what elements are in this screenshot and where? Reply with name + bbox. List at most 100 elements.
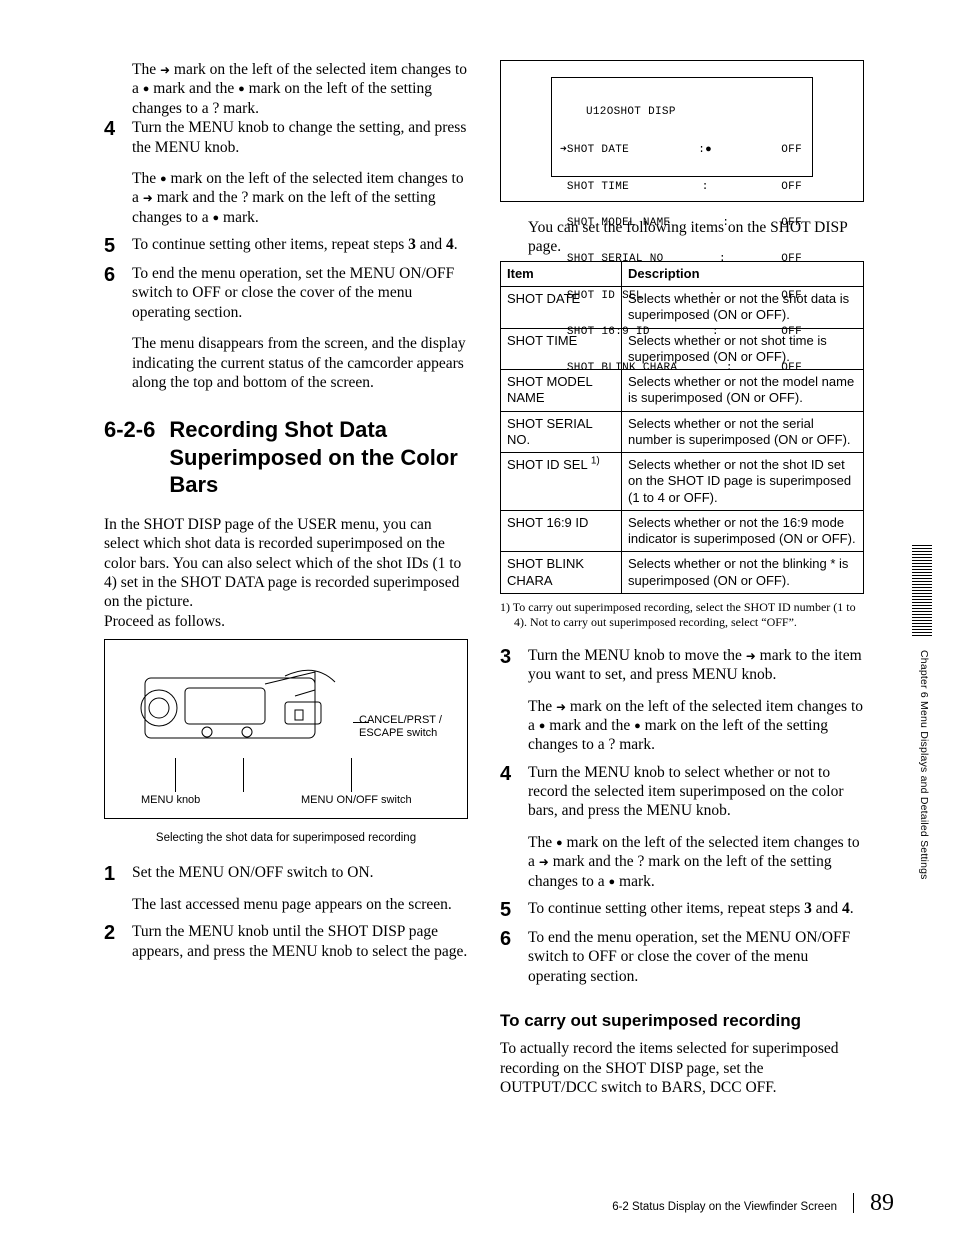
text: To continue setting other items, repeat … — [132, 236, 408, 253]
table-row: SHOT SERIAL NO.Selects whether or not th… — [501, 411, 864, 453]
text: and — [416, 236, 446, 253]
menu-row: ➜SHOT DATE:●OFF — [560, 144, 802, 156]
step-body: To end the menu operation, set the MENU … — [132, 264, 468, 392]
step-number: 4 — [104, 118, 122, 139]
figure-label-onoff-switch: MENU ON/OFF switch — [301, 794, 412, 808]
row-sep: : — [722, 217, 729, 229]
row-label: SHOT SERIAL NO — [560, 253, 664, 265]
arrow-right-icon — [746, 646, 756, 665]
step-text: To end the menu operation, set the MENU … — [132, 264, 468, 322]
text: To continue setting other items, repeat … — [528, 900, 804, 917]
menu-row: SHOT 16:9 ID:OFF — [560, 326, 802, 338]
text: mark and the — [545, 717, 634, 734]
menu-screen-figure: U12OSHOT DISP ➜SHOT DATE:●OFF SHOT TIME:… — [500, 60, 864, 202]
menu-row: SHOT MODEL NAME: OFF — [560, 217, 802, 229]
menu-screen-title: U12OSHOT DISP — [560, 106, 802, 120]
row-value: OFF — [781, 181, 802, 193]
row-value: OFF — [781, 144, 802, 156]
text: mark. — [615, 873, 655, 890]
leader-line — [351, 758, 352, 792]
row-value: OFF — [781, 290, 802, 302]
step-number: 6 — [500, 928, 518, 949]
table-row: SHOT ID SEL 1)Selects whether or not the… — [501, 453, 864, 511]
step-number: 2 — [104, 922, 122, 943]
step-body: Turn the MENU knob to change the setting… — [132, 118, 468, 227]
intro-paragraph: In the SHOT DISP page of the USER menu, … — [104, 515, 468, 612]
section-heading: 6-2-6 Recording Shot Data Superimposed o… — [104, 416, 468, 499]
row-value: OFF — [781, 253, 802, 265]
table-row: SHOT 16:9 IDSelects whether or not the 1… — [501, 510, 864, 552]
text: The — [132, 170, 160, 187]
step-4: 4 Turn the MENU knob to change the setti… — [104, 118, 468, 227]
item-cell: SHOT ID SEL 1) — [501, 453, 622, 511]
arrow-right-icon — [556, 697, 566, 716]
row-sep: : — [719, 253, 726, 265]
step-number: 5 — [104, 235, 122, 256]
step-6: 6 To end the menu operation, set the MEN… — [500, 928, 864, 986]
step-note: The mark on the left of the selected ite… — [132, 169, 468, 227]
row-label: SHOT 16:9 ID — [560, 326, 650, 338]
text: Turn the MENU knob to move the — [528, 647, 746, 664]
bullet-icon — [238, 79, 245, 98]
margin-chapter-label: Chapter 6 Menu Displays and Detailed Set… — [917, 650, 930, 880]
page-edge-tab — [912, 544, 932, 636]
step-5: 5 To continue setting other items, repea… — [104, 235, 468, 256]
step-4: 4 Turn the MENU knob to select whether o… — [500, 763, 864, 891]
item-cell: SHOT SERIAL NO. — [501, 411, 622, 453]
menu-screen-inner: U12OSHOT DISP ➜SHOT DATE:●OFF SHOT TIME:… — [551, 77, 813, 177]
step-number: 4 — [500, 763, 518, 784]
step-body: Turn the MENU knob to move the mark to t… — [528, 646, 864, 755]
text: . — [850, 900, 854, 917]
row-sep: : — [702, 181, 709, 193]
row-label: SHOT BLINK CHARA — [560, 362, 677, 374]
camcorder-illustration — [135, 654, 365, 774]
text: and — [812, 900, 842, 917]
row-sep: : — [726, 362, 733, 374]
text: mark. — [219, 209, 259, 226]
continuation-paragraph: The mark on the left of the selected ite… — [132, 60, 468, 118]
text: The — [528, 834, 556, 851]
bullet-icon — [160, 169, 167, 188]
step-number: 5 — [500, 899, 518, 920]
step-text: Turn the MENU knob to move the mark to t… — [528, 646, 864, 685]
step-text: Turn the MENU knob to change the setting… — [132, 118, 468, 157]
step-number: 1 — [104, 863, 122, 884]
step-body: To end the menu operation, set the MENU … — [528, 928, 864, 986]
figure-caption: Selecting the shot data for superimposed… — [104, 831, 468, 845]
leader-line — [175, 758, 176, 792]
text: The — [528, 698, 556, 715]
camcorder-svg — [135, 654, 365, 774]
arrow-right-icon — [539, 852, 549, 871]
footer-page-number: 89 — [870, 1188, 894, 1218]
camcorder-figure: MENU knob MENU ON/OFF switch CANCEL/PRST… — [104, 639, 468, 819]
desc-cell: Selects whether or not the blinking * is… — [622, 552, 864, 594]
arrow-right-icon — [143, 188, 153, 207]
arrow-right-icon — [160, 60, 170, 79]
desc-cell: Selects whether or not the 16:9 mode ind… — [622, 510, 864, 552]
text: . — [454, 236, 458, 253]
subsection-body: To actually record the items selected fo… — [500, 1039, 864, 1097]
step-body: Set the MENU ON/OFF switch to ON. The la… — [132, 863, 468, 914]
text: SHOT ID SEL — [507, 457, 591, 472]
menu-row: SHOT BLINK CHARA:OFF — [560, 362, 802, 374]
row-label: SHOT MODEL NAME — [560, 217, 670, 229]
step-number: 3 — [500, 646, 518, 667]
footer-separator — [853, 1193, 854, 1213]
bold: 3 — [804, 900, 812, 917]
step-3: 3 Turn the MENU knob to move the mark to… — [500, 646, 864, 755]
row-value: OFF — [781, 217, 802, 229]
bold: 3 — [408, 236, 416, 253]
step-text: Turn the MENU knob to select whether or … — [528, 763, 864, 821]
step-5: 5 To continue setting other items, repea… — [500, 899, 864, 920]
page: The mark on the left of the selected ite… — [104, 60, 864, 1097]
step-body: Turn the MENU knob to select whether or … — [528, 763, 864, 891]
bold: 4 — [842, 900, 850, 917]
bullet-icon — [634, 716, 641, 735]
subsection-heading: To carry out superimposed recording — [500, 1010, 864, 1031]
row-label: SHOT ID SEL — [560, 290, 643, 302]
row-label: ➜SHOT DATE — [560, 144, 629, 156]
text: mark and the — [149, 80, 238, 97]
step-1: 1 Set the MENU ON/OFF switch to ON. The … — [104, 863, 468, 914]
section-number: 6-2-6 — [104, 416, 155, 499]
bullet-icon — [556, 833, 563, 852]
